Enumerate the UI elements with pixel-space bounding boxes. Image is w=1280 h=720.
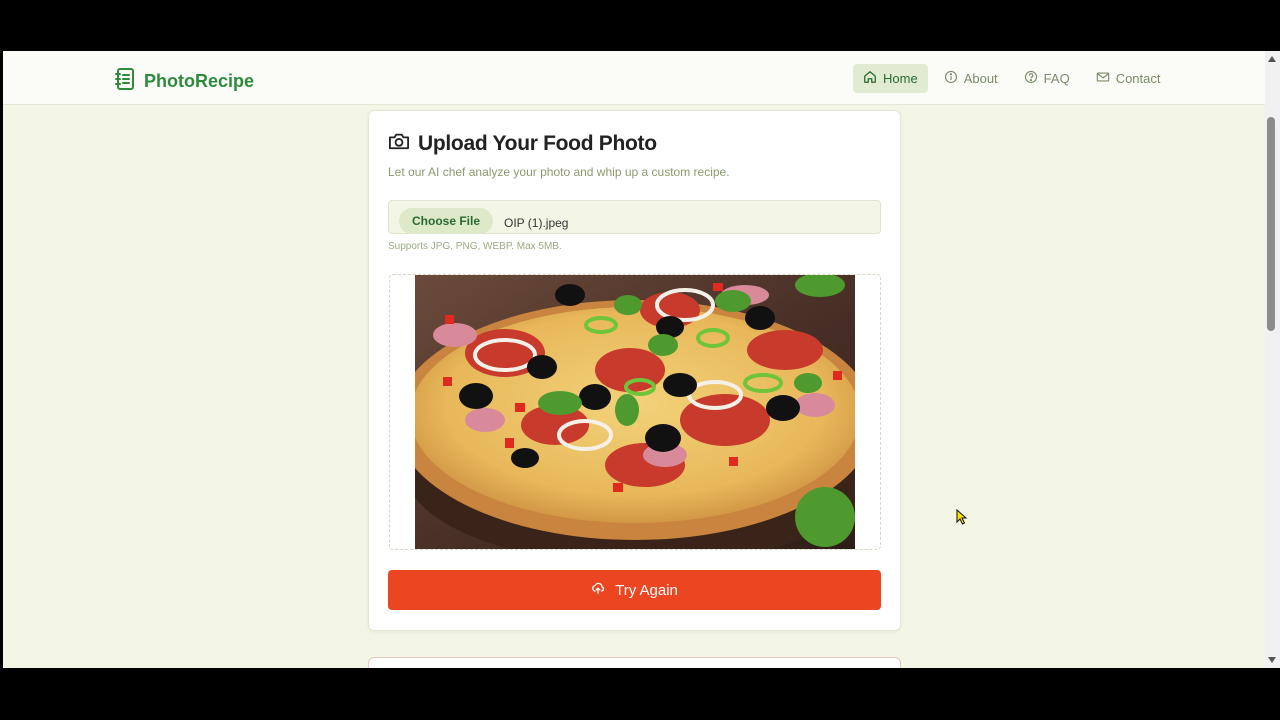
scrollbar-thumb[interactable] [1267, 117, 1275, 331]
upload-card: Upload Your Food Photo Let our AI chef a… [368, 110, 901, 631]
camera-icon [388, 131, 410, 156]
file-input[interactable]: Choose File OIP (1).jpeg [388, 200, 881, 234]
mail-icon [1096, 70, 1110, 87]
next-card-partial [368, 657, 901, 668]
upload-card-header: Upload Your Food Photo [388, 131, 657, 156]
help-circle-icon [1024, 70, 1038, 87]
nav-contact[interactable]: Contact [1086, 64, 1171, 93]
info-icon [944, 70, 958, 87]
vertical-scrollbar[interactable] [1265, 51, 1280, 668]
page-title: Upload Your Food Photo [418, 131, 657, 155]
nav-home[interactable]: Home [853, 64, 928, 93]
nav-home-label: Home [883, 71, 918, 86]
page-viewport: PhotoRecipe Home About FAQ Contact Uploa… [3, 51, 1265, 668]
choose-file-button[interactable]: Choose File [399, 208, 494, 234]
nav-about-label: About [963, 71, 998, 86]
nav-about[interactable]: About [934, 64, 1008, 93]
try-again-label: Try Again [615, 581, 678, 599]
pizza-photo [415, 275, 855, 549]
try-again-button[interactable]: Try Again [388, 570, 881, 610]
nav-contact-label: Contact [1115, 71, 1161, 86]
mouse-cursor-icon [956, 508, 968, 530]
main-nav: Home About FAQ Contact [853, 64, 1171, 93]
brand-name: PhotoRecipe [144, 71, 255, 91]
image-preview-area [389, 274, 881, 550]
cloud-upload-icon [591, 581, 605, 599]
nav-faq-label: FAQ [1043, 71, 1070, 86]
home-icon [863, 70, 877, 87]
nav-faq[interactable]: FAQ [1014, 64, 1080, 93]
selected-file-name: OIP (1).jpeg [504, 216, 569, 230]
brand-logo[interactable]: PhotoRecipe [114, 67, 254, 96]
top-navbar: PhotoRecipe Home About FAQ Contact [3, 51, 1265, 105]
scroll-up-arrow-icon[interactable] [1268, 56, 1276, 62]
scroll-down-arrow-icon[interactable] [1268, 657, 1276, 663]
notebook-icon [114, 67, 136, 96]
file-format-hint: Supports JPG, PNG, WEBP. Max 5MB. [388, 241, 562, 252]
upload-subtitle: Let our AI chef analyze your photo and w… [388, 165, 730, 179]
